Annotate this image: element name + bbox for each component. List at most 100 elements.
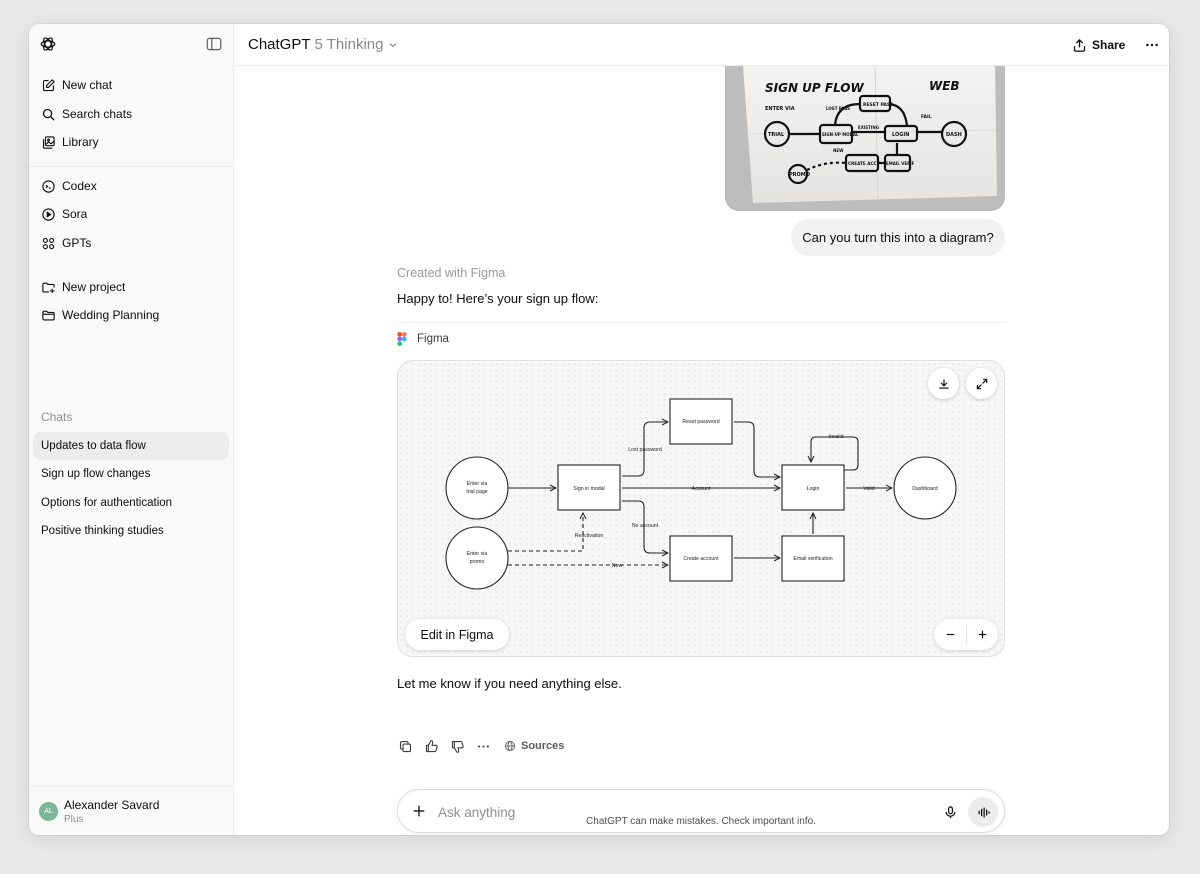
new-folder-icon	[41, 280, 56, 295]
more-horizontal-icon	[477, 744, 489, 748]
edge-label-reactivation: Reactivation	[575, 533, 604, 539]
sidebar-item-gpts[interactable]: GPTs	[33, 229, 229, 257]
sidebar-item-new-project[interactable]: New project	[33, 273, 229, 301]
sidebar-item-library[interactable]: Library	[33, 128, 229, 156]
zoom-out-button[interactable]	[934, 619, 966, 650]
node-label-dashboard: Dashboard	[912, 486, 937, 492]
download-button[interactable]	[928, 368, 959, 399]
node-label-reset-password: Reset password	[682, 419, 719, 425]
node-label-sign-in-modal: Sign in modal	[573, 486, 604, 492]
figma-logo-icon	[397, 332, 407, 346]
user-account-menu[interactable]: AL Alexander Savard Plus	[29, 786, 234, 835]
zoom-in-button[interactable]	[966, 619, 998, 650]
chat-item-positive-thinking-studies[interactable]: Positive thinking studies	[33, 517, 229, 545]
sidebar-item-new-chat[interactable]: New chat	[33, 71, 229, 99]
edge-label-account: Account	[692, 486, 711, 492]
share-icon	[1073, 38, 1086, 52]
sketch-label-lost: LOST PASS	[826, 106, 850, 111]
figma-tool-label: Figma	[397, 332, 449, 346]
sketch-label-email: EMAIL VERIF	[886, 161, 915, 166]
sidebar: New chat Search chats Library Codex Sora…	[29, 24, 234, 835]
zoom-controls	[934, 619, 998, 650]
chat-item-sign-up-flow-changes[interactable]: Sign up flow changes	[33, 460, 229, 488]
sketch-label-create: CREATE ACCT	[848, 161, 880, 166]
edge-reset-to-login	[734, 421, 780, 477]
codex-icon	[41, 179, 56, 194]
napkin-sketch-image[interactable]: SIGN UP FLOW WEB ENTER VIA TRIAL PROMO S…	[725, 66, 1005, 211]
disclaimer-text: ChatGPT can make mistakes. Check importa…	[586, 816, 816, 827]
sidebar-item-wedding-planning[interactable]: Wedding Planning	[33, 301, 229, 329]
sora-icon	[41, 207, 56, 222]
sidebar-item-label: Wedding Planning	[62, 308, 160, 322]
node-label-create-account: Create account	[683, 556, 719, 562]
model-name: ChatGPT	[248, 36, 311, 53]
zoom-divider	[966, 625, 967, 644]
more-options-button[interactable]	[1142, 35, 1162, 55]
openai-logo-icon[interactable]	[39, 35, 57, 53]
more-actions-button[interactable]	[475, 738, 491, 754]
sources-button[interactable]: Sources	[504, 740, 564, 752]
edge-label-lost-password: Lost password	[628, 447, 662, 453]
share-button[interactable]: Share	[1072, 36, 1125, 54]
user-name: Alexander Savard	[64, 798, 160, 812]
thumbs-down-icon	[451, 740, 464, 753]
assistant-reply: Happy to! Here’s your sign up flow:	[397, 291, 599, 306]
chat-item-label: Options for authentication	[41, 497, 173, 509]
sidebar-item-codex[interactable]: Codex	[33, 172, 229, 200]
edge-label-valid: Valid	[863, 486, 874, 492]
edit-in-figma-button[interactable]: Edit in Figma	[405, 619, 509, 650]
edge-label-invalid: Invalid	[829, 434, 844, 440]
gpts-icon	[41, 236, 56, 251]
sketch-title: SIGN UP FLOW	[765, 81, 865, 95]
top-header: ChatGPT 5 Thinking Share	[234, 24, 1169, 66]
user-plan: Plus	[64, 814, 84, 825]
sidebar-item-label: New chat	[62, 78, 113, 92]
node-enter-promo	[445, 526, 509, 590]
message-actions: Sources	[397, 738, 564, 754]
folder-icon	[41, 308, 56, 323]
figma-diagram-canvas[interactable]: Enter via trial page Enter via promo Sig…	[397, 360, 1005, 657]
sidebar-divider	[29, 166, 234, 167]
sketch-label-new: NEW	[833, 148, 844, 153]
sidebar-item-sora[interactable]: Sora	[33, 200, 229, 228]
sources-label: Sources	[521, 740, 565, 752]
thumbs-up-button[interactable]	[423, 738, 439, 754]
node-label-enter-trial-1: Enter via	[467, 481, 488, 487]
sidebar-item-label: Search chats	[62, 107, 133, 121]
node-label-enter-promo-2: promo	[470, 559, 485, 565]
sidebar-item-search-chats[interactable]: Search chats	[33, 100, 229, 128]
search-icon	[41, 107, 56, 122]
node-enter-trial	[445, 456, 509, 520]
assistant-followup: Let me know if you need anything else.	[397, 676, 622, 691]
sketch-label-login: LOGIN	[892, 132, 909, 138]
node-label-enter-trial-2: trial page	[466, 489, 487, 495]
model-selector[interactable]: ChatGPT 5 Thinking	[248, 36, 399, 53]
chat-item-updates-to-data-flow[interactable]: Updates to data flow	[33, 432, 229, 460]
sketch-label-promo: PROMO	[789, 172, 810, 178]
sidebar-item-label: Library	[62, 135, 99, 149]
sidebar-item-label: Sora	[62, 207, 88, 221]
chats-heading: Chats	[41, 410, 73, 424]
edit-icon	[41, 78, 56, 93]
thumbs-down-button[interactable]	[449, 738, 465, 754]
copy-button[interactable]	[397, 738, 413, 754]
sidebar-toggle-icon[interactable]	[205, 35, 223, 53]
sketch-label-fail: FAIL	[921, 114, 932, 120]
app-window: New chat Search chats Library Codex Sora…	[29, 24, 1169, 835]
sketch-label-existing: EXISTING	[858, 125, 879, 130]
expand-button[interactable]	[966, 368, 997, 399]
figma-label-text: Figma	[417, 333, 449, 345]
more-horizontal-icon	[1146, 43, 1158, 47]
download-icon	[938, 378, 949, 389]
chevron-down-icon	[387, 39, 399, 51]
sketch-label-enter: ENTER VIA	[765, 106, 795, 112]
chat-item-label: Sign up flow changes	[41, 468, 151, 480]
sketch-corner: WEB	[929, 79, 960, 93]
sketch-label-trial: TRIAL	[768, 132, 785, 138]
conversation: SIGN UP FLOW WEB ENTER VIA TRIAL PROMO S…	[234, 66, 1169, 835]
edge-label-no-account: No account	[632, 523, 659, 529]
share-label: Share	[1092, 38, 1126, 52]
chat-item-options-for-authentication[interactable]: Options for authentication	[33, 489, 229, 517]
sketch-label-reset: RESET PASS	[863, 102, 893, 108]
chat-item-label: Updates to data flow	[41, 440, 146, 452]
